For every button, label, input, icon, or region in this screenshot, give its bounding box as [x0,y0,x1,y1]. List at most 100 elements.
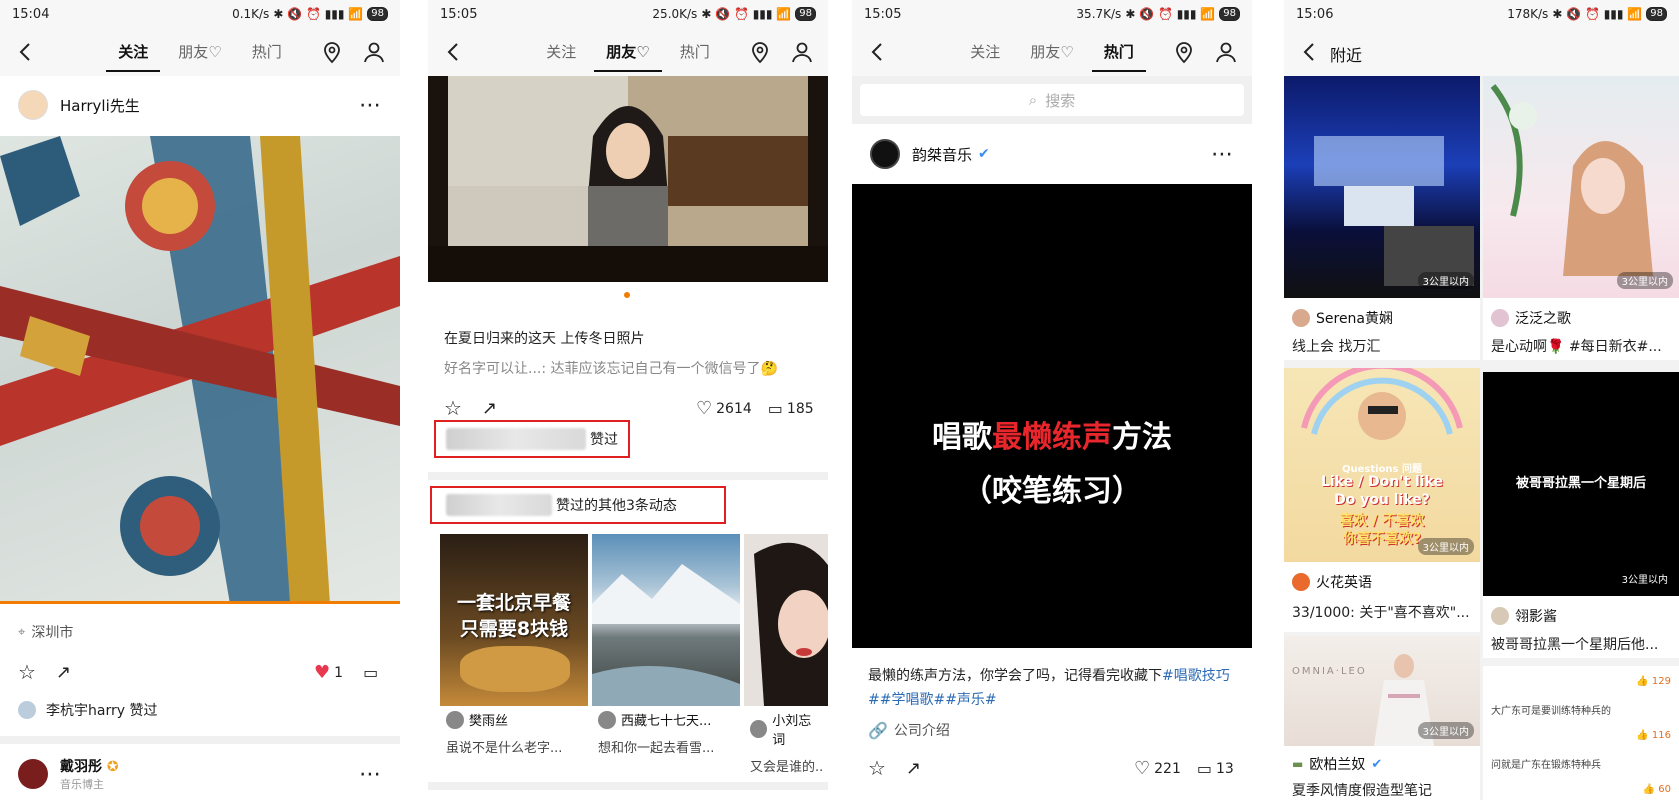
tab-friends[interactable]: 朋友♡ [594,28,663,76]
avatar [1292,573,1310,591]
card-author: 火花英语 [1316,575,1372,591]
liked-by-row[interactable]: 李杭宇harry 赞过 [18,700,157,720]
star-icon[interactable]: ☆ [18,660,36,684]
action-bar: ☆ ↗ [868,756,921,780]
link-row[interactable]: 🔗 公司介绍 [868,720,950,740]
nearby-card[interactable]: 3公里以内 Serena黄娴 线上会 找万汇 [1284,76,1480,360]
card-image: 3公里以内 [1483,76,1679,298]
nearby-card[interactable]: 👍 129 大广东可是要训练特种兵的 👍 116 问就是广东在锻炼特种兵 👍 6… [1483,666,1679,800]
thumb-caption[interactable]: 西藏七十七天... 想和你一起去看雪... [592,706,740,760]
page-title: 附近 [1330,46,1363,65]
like-count-2: 👍 116 [1636,730,1671,741]
nearby-card[interactable]: Questions 问题 Like / Don't like Do you li… [1284,368,1480,632]
avatar [750,720,768,738]
nearby-card[interactable]: 3公里以内 泛泛之歌 是心动啊🌹 #每日新衣#... [1483,76,1679,360]
thumb-card[interactable] [592,534,740,706]
tab-friends[interactable]: 朋友♡ [174,28,225,76]
location-pin-icon[interactable] [1172,40,1196,64]
link-icon: 🔗 [868,720,888,740]
comment-icon[interactable]: ▭ [363,663,378,682]
status-time: 15:05 [440,6,478,22]
nearby-card[interactable]: OMNIA·LEO 3公里以内 ▬ 欧柏兰奴 ✔ 夏季风情度假造型笔记 [1284,636,1480,800]
card-desc: 夏季风情度假造型笔记 [1292,783,1432,799]
like-count-3: 👍 60 [1642,784,1671,795]
liked-by-row[interactable]: 赞过 [446,428,618,450]
liked-suffix: 赞过 [590,432,618,448]
status-bar: 15:06 178K/s ✱ 🔇 ⏰ ▮▮▮ 📶 98 [1284,0,1679,28]
more-icon[interactable]: ⋯ [1211,142,1234,167]
share-icon[interactable]: ↗ [56,662,71,683]
nearby-card[interactable]: 被哥哥拉黑一个星期后 3公里以内 翎影酱 被哥哥拉黑一个星期后他... [1483,372,1679,658]
thumb-author: 小刘忘词 [772,714,812,748]
location-pin-icon[interactable] [320,40,344,64]
author-name[interactable]: 韵桀音乐 [912,144,972,165]
avatar [1491,309,1509,327]
avatar[interactable] [18,90,48,120]
thumb-card[interactable] [744,534,828,706]
overlay-do-you-like: Do you like? [1334,492,1430,508]
card-author: Serena黄娴 [1316,311,1394,327]
star-icon[interactable]: ☆ [868,756,886,780]
post-caption: 在夏日归来的这天 上传冬日照片 [444,331,645,347]
comment-icon[interactable]: ▭ [768,399,783,418]
avatar: ▬ [1292,757,1304,771]
heart-filled-icon[interactable]: ♥ [314,662,330,683]
profile-icon[interactable] [362,40,386,64]
comment-icon[interactable]: ▭ [1197,759,1212,778]
avatar[interactable] [18,759,48,789]
next-post-header: 戴羽彤 ✪ 音乐博主 ⋯ [0,754,400,794]
action-bar: ☆ ↗ [444,396,497,420]
tab-following[interactable]: 关注 [966,28,1004,76]
comment-count: 13 [1216,760,1234,777]
star-icon[interactable]: ☆ [444,396,462,420]
share-icon[interactable]: ↗ [482,398,497,419]
profile-icon[interactable] [1214,40,1238,64]
profile-icon[interactable] [790,40,814,64]
tab-hot[interactable]: 热门 [248,28,286,76]
distance-badge: 3公里以内 [1616,272,1673,289]
overlay-like: Like / Don't like [1320,474,1444,490]
post-image[interactable] [0,136,400,604]
heart-icon[interactable]: ♡ [1134,758,1150,779]
author-name[interactable]: Harryli先生 [60,95,140,116]
group-title[interactable]: 赞过的其他3条动态 [446,494,677,516]
action-bar: ☆ ↗ [18,660,71,684]
heart-icon[interactable]: ♡ [696,398,712,419]
share-icon[interactable]: ↗ [906,758,921,779]
like-count: 2614 [716,400,752,417]
thumb-desc: 虽说不是什么老字... [446,741,563,756]
search-input[interactable]: ⌕ 搜索 [860,84,1244,116]
video-title-part1: 唱歌 [932,420,992,455]
post-header: Harryli先生 ⋯ [0,88,400,122]
divider [428,782,828,790]
video-player[interactable]: 唱歌最懒练声方法 （咬笔练习） [852,184,1252,648]
tab-following[interactable]: 关注 [106,28,161,76]
more-icon[interactable]: ⋯ [359,762,382,787]
divider [0,736,400,744]
thumb-caption[interactable]: 樊雨丝 虽说不是什么老字... [440,706,588,760]
location-pin-icon[interactable] [748,40,772,64]
author-name[interactable]: 戴羽彤 [60,759,102,775]
location-row[interactable]: ⌖ 深圳市 [18,622,73,642]
thumb-caption[interactable]: 小刘忘词 又会是谁的... [744,706,828,779]
like-count-1: 👍 129 [1636,676,1671,687]
thumb-card[interactable]: 一套北京早餐 只需要8块钱 [440,534,588,706]
tab-friends[interactable]: 朋友♡ [1026,28,1077,76]
verified-badge-icon: ✔ [1371,756,1383,772]
card-desc: 被哥哥拉黑一个星期后他... [1491,637,1659,653]
back-icon[interactable] [1298,40,1322,64]
tab-following[interactable]: 关注 [542,28,580,76]
search-icon: ⌕ [1028,91,1038,109]
post-image[interactable] [428,76,828,282]
more-icon[interactable]: ⋯ [359,93,382,118]
tab-hot[interactable]: 热门 [676,28,714,76]
thumb-desc: 想和你一起去看雪... [598,741,715,756]
blurred-name [446,494,552,516]
avatar[interactable] [870,139,900,169]
top-navbar: 关注 朋友♡ 热门 [0,28,400,76]
tab-hot[interactable]: 热门 [1091,28,1146,76]
video-title-highlight: 最懒练声 [992,420,1112,455]
thumb-author: 樊雨丝 [469,714,509,729]
avatar [446,710,464,729]
status-time: 15:06 [1296,6,1334,22]
